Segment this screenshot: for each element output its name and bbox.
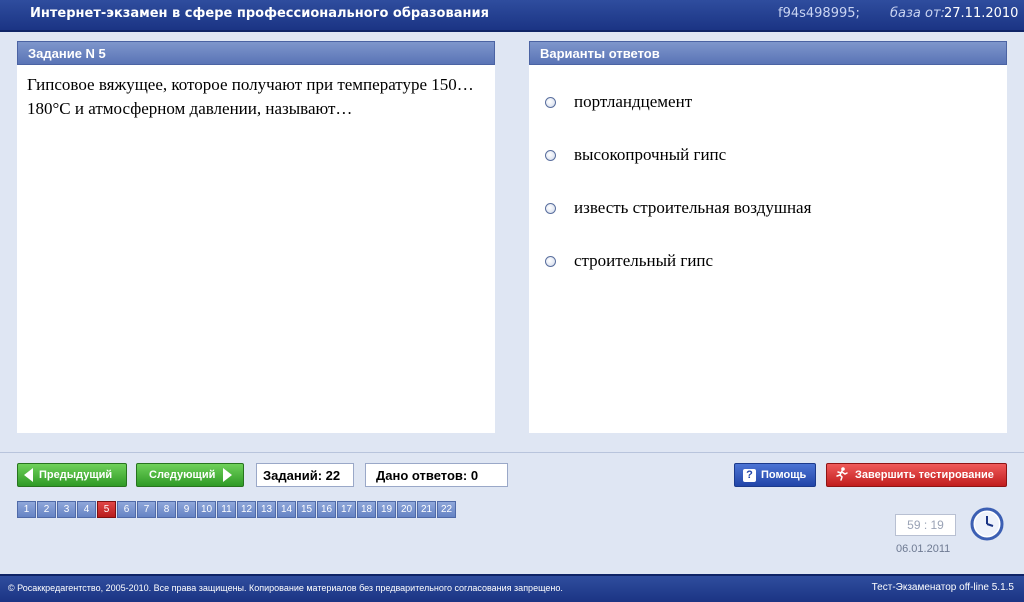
answers-panel: Варианты ответов портландцемент высокопр…: [529, 41, 1007, 433]
page-button-13[interactable]: 13: [257, 501, 276, 518]
app-title: Интернет-экзамен в сфере профессионально…: [30, 6, 489, 21]
page-button-4[interactable]: 4: [77, 501, 96, 518]
page-navigator: 1 2 3 4 5 6 7 8 9 10 11 12 13 14 15 16 17 18 19 20 21 22: [17, 501, 457, 518]
question-text: Гипсовое вяжущее, которое получают при т…: [27, 75, 474, 118]
session-code: f94s498995;: [778, 6, 860, 21]
running-man-icon: [835, 466, 849, 484]
radio-button[interactable]: [545, 96, 556, 108]
page-button-20[interactable]: 20: [397, 501, 416, 518]
current-date: 06.01.2011: [896, 543, 951, 555]
arrow-left-icon: [24, 468, 33, 482]
radio-button[interactable]: [545, 202, 556, 214]
clock-icon: [970, 507, 1004, 541]
answer-option-3[interactable]: известь строительная воздушная: [545, 197, 811, 219]
page-button-11[interactable]: 11: [217, 501, 236, 518]
page-button-17[interactable]: 17: [337, 501, 356, 518]
timer: 59 : 19: [895, 514, 956, 536]
page-button-5[interactable]: 5: [97, 501, 116, 518]
arrow-right-icon: [223, 468, 233, 482]
page-button-18[interactable]: 18: [357, 501, 376, 518]
page-button-15[interactable]: 15: [297, 501, 316, 518]
answer-option-4[interactable]: строительный гипс: [545, 250, 713, 272]
answer-option-2[interactable]: высокопрочный гипс: [545, 144, 726, 166]
finish-label: Завершить тестирование: [855, 469, 994, 481]
page-button-2[interactable]: 2: [37, 501, 56, 518]
radio-button[interactable]: [545, 255, 556, 267]
page-button-16[interactable]: 16: [317, 501, 336, 518]
answer-option-1[interactable]: портландцемент: [545, 91, 692, 113]
page-button-19[interactable]: 19: [377, 501, 396, 518]
footer: © Росаккредагентство, 2005-2010. Все пра…: [0, 574, 1024, 602]
answer-label[interactable]: высокопрочный гипс: [574, 145, 726, 165]
page-button-3[interactable]: 3: [57, 501, 76, 518]
page-button-6[interactable]: 6: [117, 501, 136, 518]
title-bar: Интернет-экзамен в сфере профессионально…: [0, 0, 1024, 32]
page-button-14[interactable]: 14: [277, 501, 296, 518]
next-button[interactable]: Следующий: [136, 463, 244, 487]
task-header: Задание N 5: [17, 41, 495, 65]
question-icon: ?: [743, 468, 756, 482]
previous-button[interactable]: Предыдущий: [17, 463, 127, 487]
base-date: 27.11.2010: [944, 6, 1019, 21]
next-label: Следующий: [149, 469, 216, 481]
help-button[interactable]: ? Помощь: [734, 463, 816, 487]
page-button-7[interactable]: 7: [137, 501, 156, 518]
finish-test-button[interactable]: Завершить тестирование: [826, 463, 1007, 487]
help-label: Помощь: [761, 469, 807, 481]
page-button-8[interactable]: 8: [157, 501, 176, 518]
answer-label[interactable]: известь строительная воздушная: [574, 198, 811, 218]
answer-label[interactable]: портландцемент: [574, 92, 692, 112]
answers-given: Дано ответов: 0: [365, 463, 508, 487]
previous-label: Предыдущий: [39, 469, 113, 481]
page-button-9[interactable]: 9: [177, 501, 196, 518]
tasks-count: Заданий: 22: [256, 463, 354, 487]
base-date-label: база от:: [890, 6, 945, 21]
task-panel: Задание N 5 Гипсовое вяжущее, которое по…: [17, 41, 495, 433]
page-button-21[interactable]: 21: [417, 501, 436, 518]
page-button-1[interactable]: 1: [17, 501, 36, 518]
answer-label[interactable]: строительный гипс: [574, 251, 713, 271]
version: Тест-Экзаменатор off-line 5.1.5: [871, 582, 1014, 593]
radio-button[interactable]: [545, 149, 556, 161]
copyright: © Росаккредагентство, 2005-2010. Все пра…: [8, 583, 563, 593]
page-button-10[interactable]: 10: [197, 501, 216, 518]
answers-header: Варианты ответов: [529, 41, 1007, 65]
divider: [0, 452, 1024, 453]
page-button-12[interactable]: 12: [237, 501, 256, 518]
page-button-22[interactable]: 22: [437, 501, 456, 518]
